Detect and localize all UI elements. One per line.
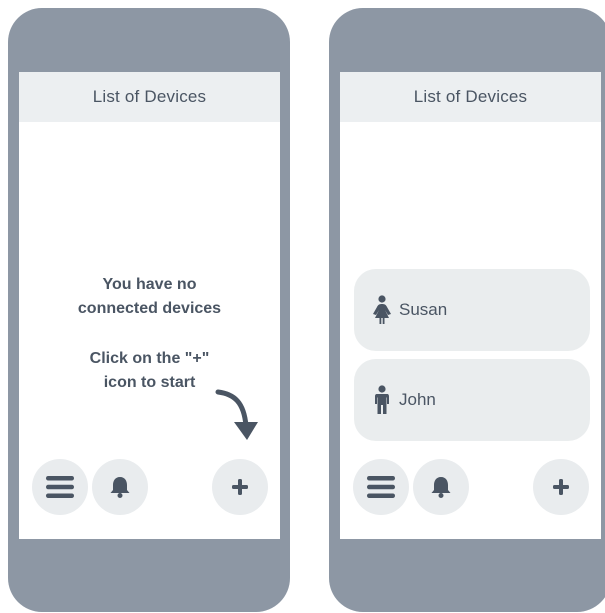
page-title: List of Devices [340, 72, 601, 122]
bell-icon [431, 477, 451, 498]
screen: List of Devices Susan John [340, 72, 601, 539]
empty-state-line: You have no [102, 276, 197, 293]
device-name: Susan [399, 300, 448, 319]
menu-icon [46, 476, 74, 498]
menu-button[interactable] [32, 459, 88, 515]
menu-button[interactable] [353, 459, 409, 515]
empty-state-line: connected devices [77, 300, 222, 317]
mockup-canvas: List of Devices You have no connected de… [0, 0, 605, 613]
page-title-text: List of Devices [92, 87, 207, 106]
add-device-button[interactable] [533, 459, 589, 515]
screen: List of Devices You have no connected de… [19, 72, 280, 539]
empty-state-message: You have no connected devices [19, 273, 280, 321]
device-name: John [399, 390, 436, 409]
plus-icon [232, 479, 248, 495]
page-title-text: List of Devices [413, 87, 528, 106]
device-item-susan[interactable]: Susan [354, 269, 590, 351]
plus-icon [553, 479, 569, 495]
notifications-button[interactable] [413, 459, 469, 515]
phone-empty-state: List of Devices You have no connected de… [8, 8, 290, 612]
empty-state-hint-line: Click on the "+" [89, 350, 210, 367]
female-person-icon [371, 295, 393, 325]
male-person-icon [371, 385, 393, 415]
notifications-button[interactable] [92, 459, 148, 515]
page-title: List of Devices [19, 72, 280, 122]
curved-arrow-icon [215, 389, 258, 440]
phone-device-list: List of Devices Susan John [329, 8, 605, 612]
bell-icon [110, 477, 130, 498]
device-item-john[interactable]: John [354, 359, 590, 441]
add-device-button[interactable] [212, 459, 268, 515]
menu-icon [367, 476, 395, 498]
